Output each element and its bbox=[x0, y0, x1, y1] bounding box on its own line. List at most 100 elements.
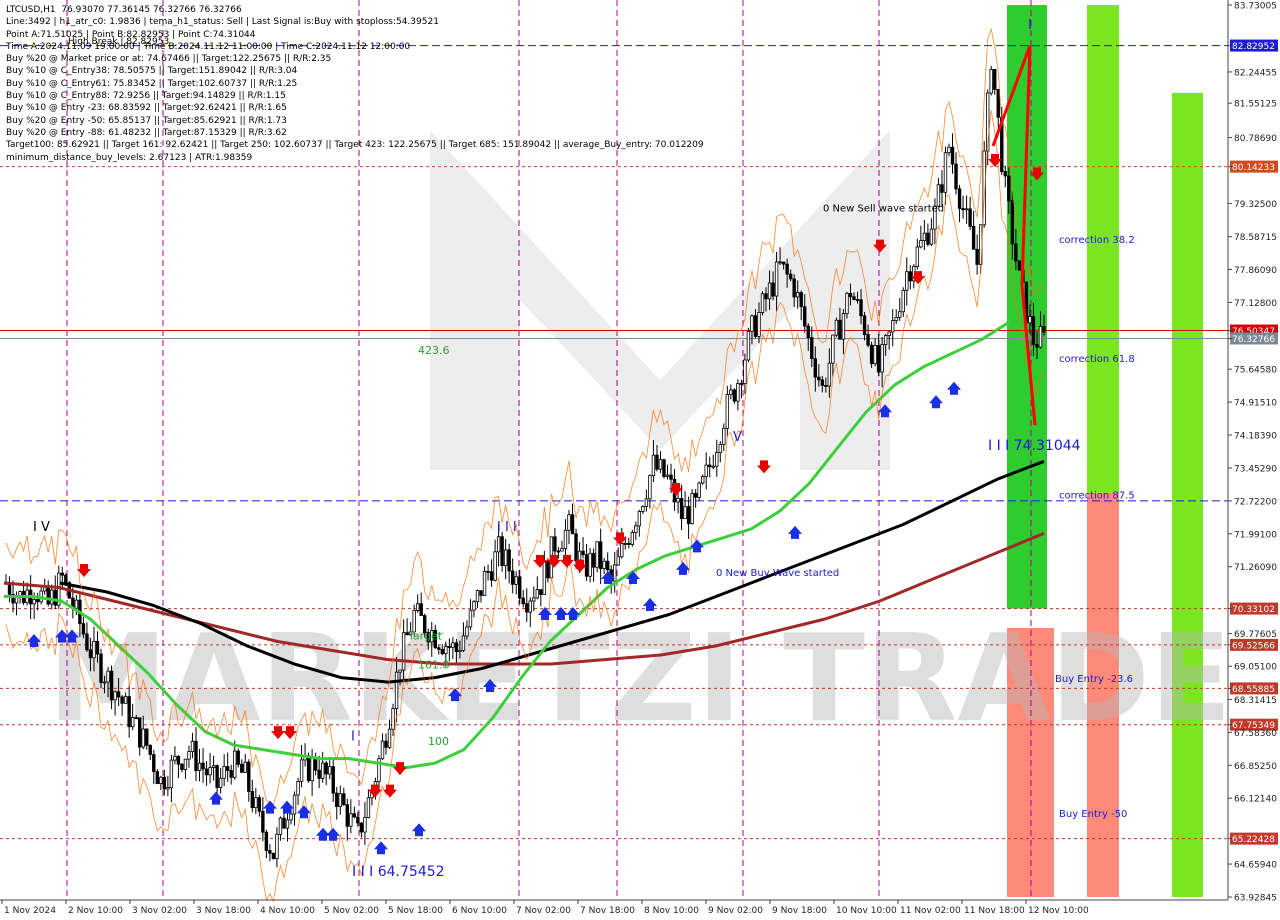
candle-body bbox=[187, 751, 191, 760]
candle-body bbox=[1014, 243, 1018, 262]
candle-body bbox=[447, 646, 452, 648]
y-tick-label: 72.72200 bbox=[1234, 497, 1277, 507]
candle-body bbox=[254, 797, 258, 809]
y-tick-label: 77.12800 bbox=[1234, 299, 1277, 309]
x-tick-label: 7 Nov 02:00 bbox=[516, 906, 571, 916]
candle-body bbox=[655, 454, 659, 470]
candle-body bbox=[690, 492, 694, 525]
annotation-label: Buy Entry -50 bbox=[1059, 809, 1127, 820]
candle-body bbox=[922, 232, 927, 241]
y-tick-label: 74.18390 bbox=[1234, 432, 1277, 442]
candle-body bbox=[577, 550, 582, 562]
candle-body bbox=[275, 833, 279, 859]
candle-body bbox=[155, 771, 160, 785]
info-line: Time A:2024.11.09 19:00:00 | Time B:2024… bbox=[6, 41, 411, 52]
candle-body bbox=[644, 498, 649, 507]
candle-body bbox=[145, 728, 149, 746]
candle-body bbox=[975, 248, 979, 265]
price-level-label: 76.32766 bbox=[1232, 335, 1275, 345]
candle-body bbox=[113, 691, 117, 701]
candle-body bbox=[669, 474, 673, 480]
zone-lime bbox=[1087, 5, 1119, 493]
annotation-label: 161.8 bbox=[418, 659, 450, 672]
candle-body bbox=[148, 744, 152, 755]
candle-body bbox=[736, 383, 740, 402]
candle-body bbox=[950, 146, 955, 165]
candle-body bbox=[827, 362, 832, 387]
candle-body bbox=[46, 585, 50, 605]
candle-body bbox=[824, 384, 828, 387]
candle-body bbox=[1042, 326, 1046, 333]
candle-body bbox=[74, 599, 79, 609]
candle-body bbox=[996, 88, 1000, 118]
candle-body bbox=[250, 791, 255, 809]
candle-body bbox=[788, 273, 793, 280]
candle-body bbox=[380, 740, 385, 760]
candle-body bbox=[581, 550, 585, 556]
candle-body bbox=[588, 552, 592, 577]
candle-body bbox=[957, 188, 962, 209]
annotation-label: V bbox=[733, 430, 742, 445]
candle-body bbox=[929, 228, 934, 245]
candle-body bbox=[556, 550, 561, 553]
candle-body bbox=[718, 443, 722, 454]
candle-body bbox=[848, 292, 853, 298]
y-tick-label: 66.85250 bbox=[1234, 762, 1277, 772]
y-tick-label: 78.58715 bbox=[1234, 233, 1277, 243]
candle-body bbox=[493, 551, 497, 581]
candle-body bbox=[894, 317, 898, 321]
candle-body bbox=[630, 532, 635, 545]
candle-body bbox=[514, 576, 518, 585]
candle-body bbox=[384, 740, 388, 748]
candle-body bbox=[553, 536, 557, 552]
candle-body bbox=[743, 359, 747, 384]
candle-body bbox=[971, 226, 976, 250]
candle-body bbox=[539, 589, 543, 595]
candle-body bbox=[310, 757, 314, 782]
candle-body bbox=[391, 708, 395, 730]
candle-body bbox=[240, 763, 244, 773]
y-tick-label: 75.64580 bbox=[1234, 366, 1277, 376]
candle-body bbox=[218, 777, 223, 788]
candle-body bbox=[482, 570, 487, 596]
candle-body bbox=[465, 626, 469, 637]
candle-body bbox=[176, 755, 181, 765]
candle-body bbox=[785, 263, 789, 275]
candle-body bbox=[285, 819, 290, 829]
y-tick-label: 69.05100 bbox=[1234, 663, 1277, 673]
candle-body bbox=[363, 817, 367, 833]
candle-body bbox=[964, 208, 969, 211]
candle-body bbox=[679, 498, 684, 520]
x-tick-label: 2 Nov 10:00 bbox=[68, 906, 123, 916]
candle-body bbox=[215, 765, 219, 788]
candle-body bbox=[458, 649, 462, 653]
candle-body bbox=[204, 768, 209, 776]
x-tick-label: 4 Nov 10:00 bbox=[260, 906, 315, 916]
annotation-label: I V bbox=[33, 520, 50, 535]
candle-body bbox=[838, 319, 842, 340]
candle-body bbox=[342, 793, 346, 806]
candle-body bbox=[954, 163, 958, 190]
candle-body bbox=[99, 653, 103, 683]
candle-body bbox=[708, 464, 712, 468]
candle-body bbox=[880, 344, 884, 373]
candle-body bbox=[419, 603, 423, 616]
candle-body bbox=[306, 755, 311, 782]
candle-body bbox=[313, 757, 318, 771]
x-tick-label: 10 Nov 10:00 bbox=[836, 906, 897, 916]
candle-body bbox=[898, 311, 902, 318]
info-line: Target100: 85.62921 || Target 161: 92.62… bbox=[6, 140, 704, 151]
candle-body bbox=[324, 762, 328, 775]
candle-body bbox=[813, 358, 817, 378]
candle-body bbox=[715, 452, 719, 467]
candle-body bbox=[792, 278, 796, 298]
candle-body bbox=[194, 740, 198, 772]
candle-body bbox=[296, 781, 300, 796]
candle-body bbox=[257, 797, 262, 812]
candle-body bbox=[356, 816, 360, 824]
candle-body bbox=[208, 767, 212, 776]
candle-body bbox=[771, 282, 775, 297]
candle-body bbox=[472, 601, 476, 611]
candle-body bbox=[518, 576, 522, 599]
candle-body bbox=[162, 776, 167, 790]
